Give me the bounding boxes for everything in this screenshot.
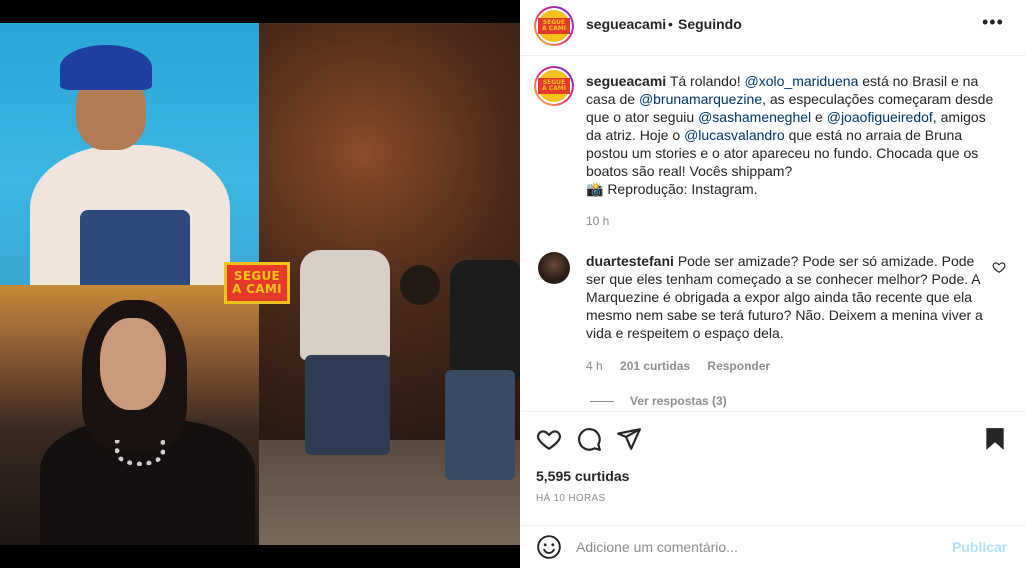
actress-face [100,318,166,410]
scene-person-black-jeans [445,370,515,480]
commenter-avatar[interactable] [538,252,570,284]
share-icon[interactable] [616,426,642,452]
mention-link[interactable]: @sashameneghel [698,109,811,125]
header-avatar[interactable]: SEGUE A CAMI [534,6,574,46]
post-timestamp[interactable]: HÁ 10 HORAS [536,493,605,504]
media-letterbox-bottom [0,545,520,568]
view-replies-label: Ver respostas (3) [630,394,727,408]
caption-avatar[interactable]: SEGUE A CAMI [534,66,574,106]
comment-icon[interactable] [576,426,602,452]
scene-person-background [400,265,440,305]
comments-section[interactable]: SEGUE A CAMI segueacami Tá rolando! @xol… [520,56,1026,411]
caption-text: Tá rolando! [669,73,741,89]
caption-username[interactable]: segueacami [586,73,666,89]
post-side-panel: SEGUE A CAMI segueacami • Seguindo ••• S… [520,0,1026,568]
post-viewer: SEGUE A CAMI SEGUE A CAMI segueacami • S… [0,0,1026,568]
badge-line-2: A CAMI [232,282,282,296]
emoji-icon[interactable] [536,534,562,560]
view-replies-button[interactable]: Ver respostas (3) [590,394,727,408]
actor-cap [60,45,152,90]
add-comment-bar: Publicar [520,525,1026,568]
following-button[interactable]: Seguindo [678,16,742,32]
post-actions: 5,595 curtidas HÁ 10 HORAS [520,411,1026,531]
comment-meta: 4 h 201 curtidas Responder [586,359,784,373]
comment-likes[interactable]: 201 curtidas [620,359,690,373]
mention-link[interactable]: @brunamarquezine [639,91,762,107]
caption-credit: 📸 Reprodução: Instagram. [586,181,758,197]
mention-link[interactable]: @lucasvalandro [684,127,785,143]
reply-button[interactable]: Responder [707,359,770,373]
comment-time[interactable]: 4 h [586,359,603,373]
post-header: SEGUE A CAMI segueacami • Seguindo ••• [520,0,1026,56]
header-username[interactable]: segueacami [586,16,666,32]
comment-like-icon[interactable] [992,260,1006,274]
mention-link[interactable]: @xolo_mariduena [745,73,859,89]
media-letterbox-top [0,0,520,23]
publish-button[interactable]: Publicar [952,539,1007,555]
comment-text-block: duartestefani Pode ser amizade? Pode ser… [586,252,988,342]
actor-overalls [80,210,190,285]
header-separator: • [668,16,673,32]
scene-person-black [450,260,520,380]
post-media[interactable]: SEGUE A CAMI [0,0,520,568]
heart-icon[interactable] [536,426,562,452]
replies-divider [590,401,614,403]
caption-text: e [815,109,823,125]
avatar-logo-text: SEGUE A CAMI [538,18,570,34]
comment-username[interactable]: duartestefani [586,253,674,269]
more-options-icon[interactable]: ••• [982,12,1004,33]
scene-person-jeans [305,355,390,455]
bookmark-icon[interactable] [982,426,1008,452]
segue-a-cami-badge: SEGUE A CAMI [224,262,290,304]
post-caption: segueacami Tá rolando! @xolo_mariduena e… [586,72,994,198]
caption-timestamp[interactable]: 10 h [586,214,609,228]
comment-input[interactable] [576,536,936,558]
actress-necklace [115,440,165,466]
caption-avatar-logo-text: SEGUE A CAMI [538,78,570,94]
scene-person-shirt [300,250,390,360]
post-likes-count[interactable]: 5,595 curtidas [536,468,629,484]
mention-link[interactable]: @joaofigueiredof [827,109,933,125]
